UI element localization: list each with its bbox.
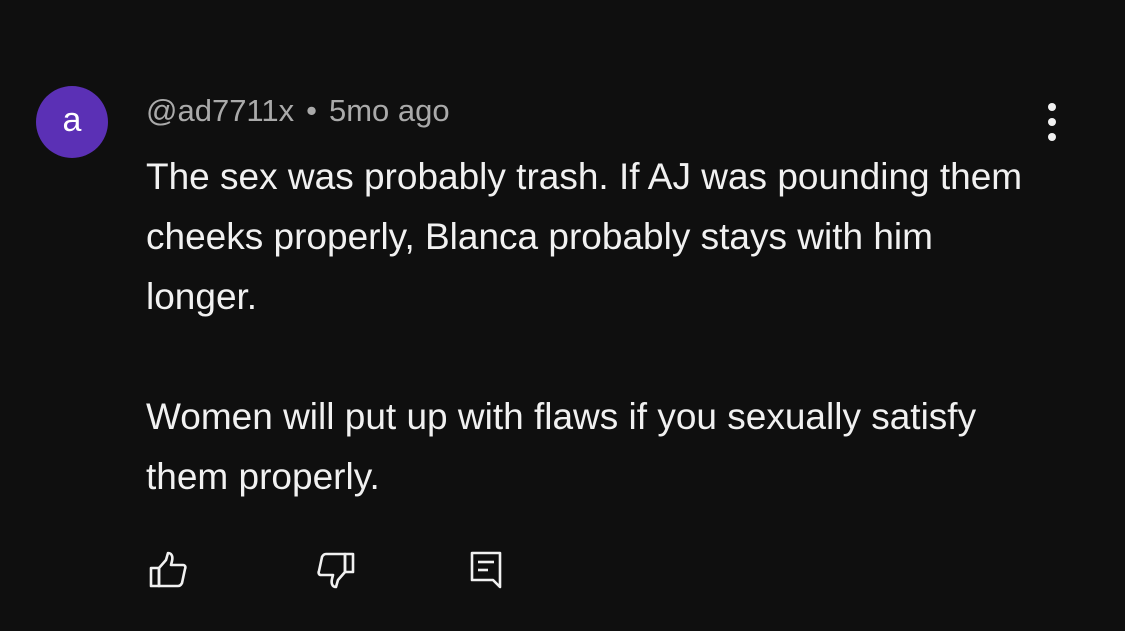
more-options-button[interactable] xyxy=(1030,100,1074,144)
comment-paragraph: The sex was probably trash. If AJ was po… xyxy=(146,156,1023,317)
avatar[interactable]: a xyxy=(36,86,108,158)
comment-card: a @ad7711x • 5mo ago The sex was probably … xyxy=(0,0,1125,631)
thumbs-down-icon xyxy=(316,550,356,590)
author-handle[interactable]: @ad7711x xyxy=(146,93,294,128)
comment-timestamp[interactable]: 5mo ago xyxy=(329,93,450,128)
dislike-button[interactable] xyxy=(314,548,358,592)
thumbs-up-icon xyxy=(148,550,188,590)
comment-meta: @ad7711x • 5mo ago xyxy=(146,92,450,130)
comment-body: The sex was probably trash. If AJ was po… xyxy=(146,147,1026,507)
more-vertical-icon xyxy=(1047,102,1057,142)
avatar-letter: a xyxy=(62,101,82,139)
reply-comment-icon xyxy=(466,550,506,590)
reply-button[interactable] xyxy=(464,548,508,592)
like-button[interactable] xyxy=(146,548,190,592)
meta-separator: • xyxy=(306,93,317,128)
comment-paragraph: Women will put up with flaws if you sexu… xyxy=(146,396,977,497)
